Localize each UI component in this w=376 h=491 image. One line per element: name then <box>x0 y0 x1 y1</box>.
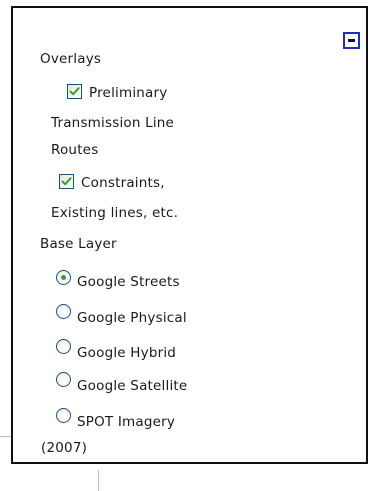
base-layer-radio[interactable] <box>56 270 71 285</box>
overlay-label: Constraints, <box>81 175 165 191</box>
base-layer-label: (2007) <box>41 440 88 456</box>
checkmark-icon <box>61 177 72 186</box>
base-layer-radio[interactable] <box>56 372 71 387</box>
base-layer-radio[interactable] <box>56 339 71 354</box>
base-layer-label: SPOT Imagery <box>77 414 176 430</box>
checkmark-icon <box>69 87 80 96</box>
overlay-label: Transmission Line <box>51 115 175 131</box>
base-layer-label: Google Physical <box>77 310 187 326</box>
overlays-heading: Overlays <box>40 51 102 67</box>
minimize-button[interactable] <box>343 32 360 49</box>
layer-switcher-panel: Overlays Preliminary Transmission Line R… <box>11 6 368 464</box>
base-layer-radio[interactable] <box>56 304 71 319</box>
overlay-checkbox[interactable] <box>67 84 82 99</box>
base-layer-label: Google Hybrid <box>77 345 177 361</box>
base-layer-heading: Base Layer <box>40 236 117 252</box>
minimize-icon <box>348 39 355 42</box>
map-canvas: Overlays Preliminary Transmission Line R… <box>0 0 376 491</box>
overlay-label: Routes <box>51 142 99 158</box>
overlay-label: Preliminary <box>89 85 168 101</box>
radio-selected-indicator <box>61 275 66 280</box>
overlay-label: Existing lines, etc. <box>51 205 179 221</box>
base-layer-label: Google Satellite <box>77 378 188 394</box>
map-boundary-line <box>98 470 99 491</box>
overlay-checkbox[interactable] <box>59 174 74 189</box>
base-layer-radio[interactable] <box>56 408 71 423</box>
base-layer-label: Google Streets <box>77 274 180 290</box>
